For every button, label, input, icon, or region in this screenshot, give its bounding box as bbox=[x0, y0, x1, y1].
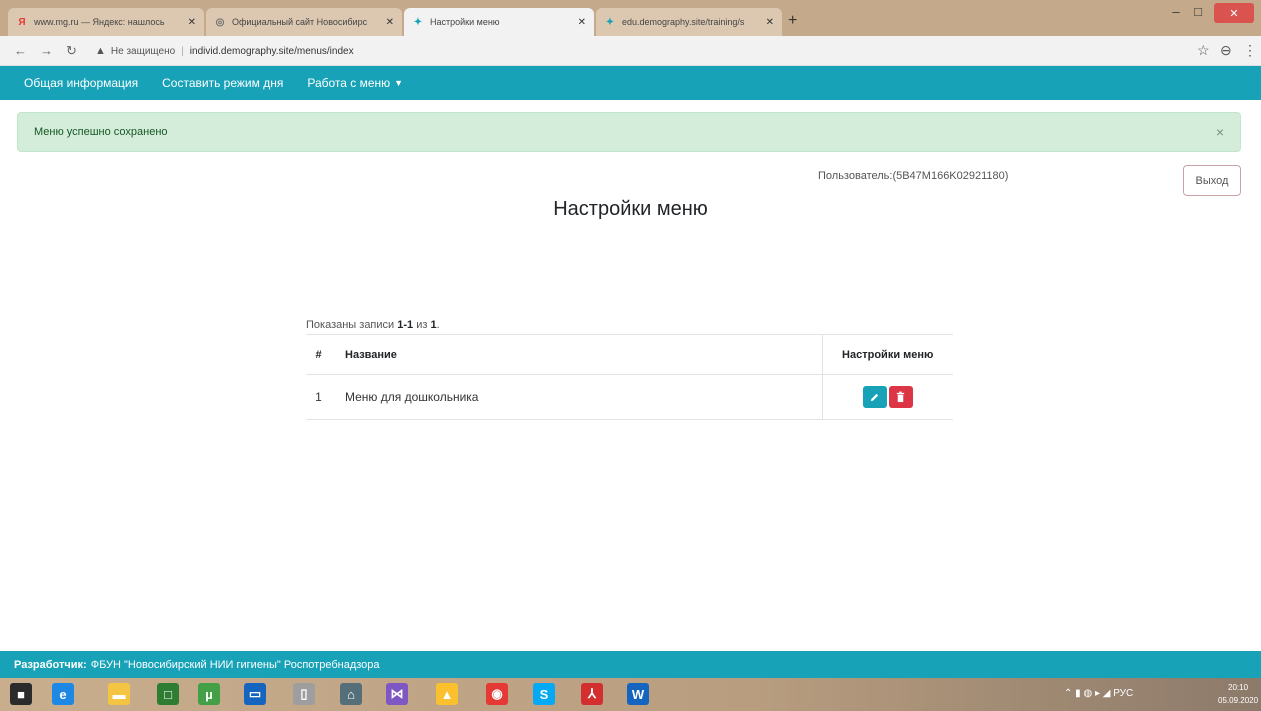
browser-tab-active[interactable]: ✦ Настройки меню ✕ bbox=[404, 8, 594, 36]
row-actions bbox=[822, 374, 953, 420]
utorrent-icon[interactable]: µ bbox=[198, 683, 220, 705]
forward-icon[interactable]: → bbox=[40, 43, 53, 58]
clock-time: 20:10 bbox=[1228, 683, 1249, 692]
tab-title: edu.demography.site/training/s bbox=[622, 17, 745, 27]
alert-message: Меню успешно сохранено bbox=[34, 126, 168, 138]
site-icon: ✦ bbox=[413, 16, 423, 28]
yandex-icon: Я bbox=[18, 16, 26, 28]
new-tab-icon[interactable]: + bbox=[788, 12, 797, 30]
browser-tab[interactable]: ✦ edu.demography.site/training/s ✕ bbox=[596, 8, 782, 36]
file-explorer-icon[interactable]: ▬ bbox=[108, 683, 130, 705]
document-icon[interactable]: ▯ bbox=[293, 683, 315, 705]
warning-icon: ▲ bbox=[95, 45, 106, 57]
tab-title: Настройки меню bbox=[430, 17, 500, 27]
security-label: Не защищено bbox=[110, 45, 176, 57]
user-label: Пользователь:(5B47M166K02921180) bbox=[818, 170, 1009, 182]
home-icon[interactable]: ⌂ bbox=[340, 683, 362, 705]
nav-item-day-schedule[interactable]: Составить режим дня bbox=[162, 76, 283, 90]
store-icon[interactable]: □ bbox=[157, 683, 179, 705]
success-alert: Меню успешно сохранено × bbox=[17, 112, 1241, 152]
profile-icon[interactable]: ⊖ bbox=[1220, 42, 1232, 59]
menus-table: # Название Настройки меню 1 Меню для дош… bbox=[306, 334, 953, 420]
footer-label: Разработчик: bbox=[14, 658, 87, 671]
star-icon[interactable]: ☆ bbox=[1197, 42, 1210, 59]
close-tab-icon[interactable]: ✕ bbox=[386, 17, 394, 28]
close-tab-icon[interactable]: ✕ bbox=[766, 17, 774, 28]
url-field[interactable]: ▲ Не защищено | individ.demography.site/… bbox=[95, 41, 1145, 61]
taskbar: ■ e ▬ □ µ ▭ ▯ ⌂ ⋈ ▲ ◉ S ⅄ W ⌃ ▮ ◍ ▸ ◢ РУ… bbox=[0, 678, 1261, 711]
chrome-icon[interactable]: ◉ bbox=[486, 683, 508, 705]
trash-icon bbox=[897, 391, 905, 403]
nav-label: Общая информация bbox=[24, 76, 139, 90]
visual-studio-icon[interactable]: ⋈ bbox=[386, 683, 408, 705]
browser-tab-strip: Я www.mg.ru — Яндекс: нашлось ✕ ◎ Официа… bbox=[0, 0, 1261, 36]
nav-label: Составить режим дня bbox=[162, 76, 284, 90]
column-header-actions: Настройки меню bbox=[822, 334, 953, 375]
delete-button[interactable] bbox=[888, 386, 913, 408]
column-header-number[interactable]: # bbox=[306, 334, 331, 375]
browser-tab[interactable]: ◎ Официальный сайт Новосибирс ✕ bbox=[206, 8, 402, 36]
summary-suffix: . bbox=[436, 319, 440, 331]
globe-icon: ◎ bbox=[215, 16, 225, 28]
table-row: 1 Меню для дошкольника bbox=[306, 374, 953, 420]
row-number: 1 bbox=[306, 374, 331, 420]
pencil-icon bbox=[871, 393, 879, 401]
table-header-row: # Название Настройки меню bbox=[306, 334, 953, 375]
app-triangle-icon[interactable]: ▲ bbox=[436, 683, 458, 705]
summary-range: 1-1 bbox=[397, 319, 414, 331]
window-close-icon[interactable]: ✕ bbox=[1214, 3, 1254, 23]
close-icon[interactable]: × bbox=[1216, 124, 1224, 140]
clock[interactable]: 20:10 05.09.2020 bbox=[1218, 681, 1258, 707]
tab-title: Официальный сайт Новосибирс bbox=[232, 17, 368, 27]
system-tray[interactable]: ⌃ ▮ ◍ ▸ ◢ РУС bbox=[1064, 688, 1133, 699]
caret-down-icon: ▼ bbox=[394, 78, 404, 88]
back-icon[interactable]: ← bbox=[14, 43, 27, 58]
url-text: individ.demography.site/menus/index bbox=[189, 45, 354, 57]
close-tab-icon[interactable]: ✕ bbox=[188, 17, 196, 28]
internet-explorer-icon[interactable]: e bbox=[52, 683, 74, 705]
edit-button[interactable] bbox=[862, 386, 887, 408]
close-tab-icon[interactable]: ✕ bbox=[578, 17, 586, 28]
word-icon[interactable]: W bbox=[627, 683, 649, 705]
row-name: Меню для дошкольника bbox=[331, 374, 823, 420]
minimize-icon[interactable]: – bbox=[1166, 4, 1186, 19]
footer-text: ФБУН "Новосибирский НИИ гигиены" Роспотр… bbox=[90, 658, 380, 671]
maximize-icon[interactable]: □ bbox=[1188, 4, 1208, 19]
windows-start-icon[interactable]: ■ bbox=[10, 683, 32, 705]
language-indicator[interactable]: РУС bbox=[1113, 688, 1133, 699]
tab-title: www.mg.ru — Яндекс: нашлось bbox=[34, 17, 165, 27]
nav-item-general-info[interactable]: Общая информация bbox=[24, 76, 138, 90]
nav-item-menu-work[interactable]: Работа с меню ▼ bbox=[307, 76, 403, 90]
summary-prefix: Показаны записи bbox=[306, 319, 398, 331]
summary-middle: из bbox=[413, 319, 431, 331]
column-header-name[interactable]: Название bbox=[331, 334, 823, 375]
menu-dots-icon[interactable]: ⋮ bbox=[1243, 42, 1257, 59]
address-bar: ← → ↻ ▲ Не защищено | individ.demography… bbox=[0, 36, 1261, 66]
reload-icon[interactable]: ↻ bbox=[66, 43, 77, 59]
page-title: Настройки меню bbox=[553, 198, 708, 220]
site-footer: Разработчик: ФБУН "Новосибирский НИИ гиг… bbox=[0, 651, 1261, 678]
site-icon: ✦ bbox=[605, 16, 615, 28]
skype-icon[interactable]: S bbox=[533, 683, 555, 705]
clock-date: 05.09.2020 bbox=[1218, 696, 1259, 705]
logout-button[interactable]: Выход bbox=[1183, 165, 1241, 196]
acrobat-icon[interactable]: ⅄ bbox=[581, 683, 603, 705]
url-separator: | bbox=[181, 45, 184, 57]
computer-icon[interactable]: ▭ bbox=[244, 683, 266, 705]
site-navbar: Общая информация Составить режим дня Раб… bbox=[0, 66, 1261, 100]
records-summary: Показаны записи 1-1 из 1. bbox=[306, 319, 440, 331]
browser-tab[interactable]: Я www.mg.ru — Яндекс: нашлось ✕ bbox=[8, 8, 204, 36]
nav-label: Работа с меню bbox=[307, 76, 391, 90]
